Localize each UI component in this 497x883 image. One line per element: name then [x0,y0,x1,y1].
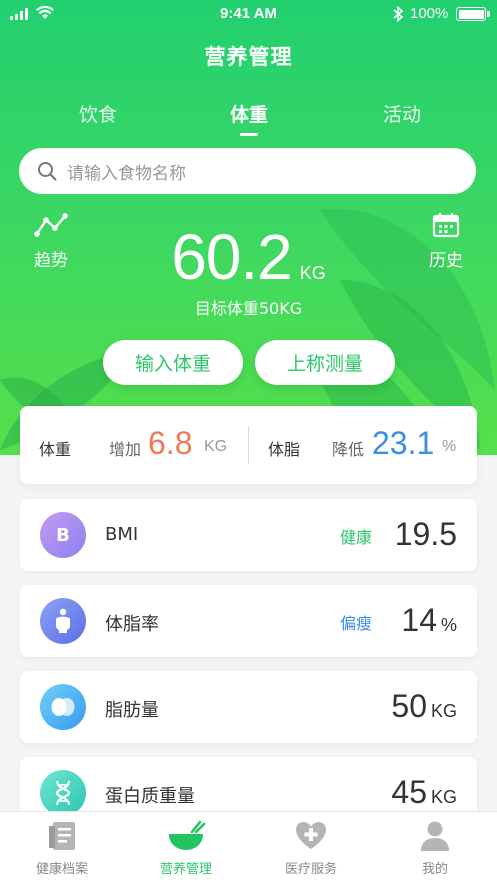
summary-weight-change-unit: KG [204,438,228,455]
bluetooth-icon [393,6,404,22]
tab-label: 活动 [382,104,421,126]
metric-value: 45 KG [391,774,457,811]
metric-value: 19.5 [395,516,457,553]
metric-status: 健康 [339,528,372,547]
metric-card-body-fat-rate[interactable]: 体脂率 偏瘦 14% [20,585,477,657]
summary-weight-label: 体重 [39,440,72,459]
summary-fat-change-unit: % [442,438,457,455]
battery-icon [456,7,490,21]
tab-diet[interactable]: 饮食 [48,100,148,127]
summary-weight-change-value: 6.8 [148,425,193,461]
target-weight: 目标体重50KG [194,299,303,318]
battery-percent: 100% [410,5,449,22]
metric-value-number: 45 [391,774,427,810]
tab-label: 饮食 [78,104,117,126]
medical-heart-icon [296,822,326,849]
top-tabs: 饮食 体重 活动 [0,100,497,136]
bowl-icon [169,820,206,850]
active-tab-indicator [240,133,258,136]
status-bar: 9:41 AM 100% [0,0,497,28]
metric-card-bmi[interactable]: B BMI 健康 19.5 [20,499,477,571]
tabbar-item-me[interactable]: 我的 [373,818,497,877]
bmi-icon: B [40,512,86,558]
metric-card-fat-mass[interactable]: 脂肪量 50 KG [20,671,477,743]
metric-value-unit: KG [430,701,457,721]
page-title: 营养管理 [204,45,293,69]
metric-value-unit: KG [430,787,457,807]
current-weight: 60.2 KG [0,220,497,294]
tabbar-item-nutrition[interactable]: 营养管理 [124,818,248,877]
metric-value-number: 14 [401,602,437,638]
weight-summary-card: 体重 增加 6.8 KG 体脂 降低 23.1 % [20,406,477,484]
weight-unit: KG [299,263,326,283]
user-icon [421,821,449,851]
fat-drop-icon [40,684,86,730]
metric-value-number: 50 [391,688,427,724]
tabbar-item-records[interactable]: 健康档案 [0,818,124,877]
search-input[interactable]: 请输入食物名称 [19,148,476,194]
records-icon [49,822,75,850]
dna-icon [40,770,86,816]
metric-status: 偏瘦 [339,614,372,633]
summary-fat-change-value: 23.1 [372,425,435,461]
search-placeholder: 请输入食物名称 [67,163,186,184]
summary-fat-label: 体脂 [268,440,301,459]
metric-name: BMI [105,524,139,545]
bottom-tab-bar: 健康档案 营养管理 医疗服务 我的 [0,811,497,883]
bmi-icon-letter: B [56,524,70,546]
input-weight-label: 输入体重 [134,353,211,375]
input-weight-button[interactable]: 输入体重 [103,340,243,385]
tab-label: 体重 [229,104,268,126]
tab-activity[interactable]: 活动 [352,100,452,127]
search-icon [38,162,57,181]
summary-divider [248,426,249,464]
weight-value: 60.2 [171,221,293,293]
tabbar-label: 健康档案 [35,862,88,877]
summary-fat-change-label: 降低 [332,440,365,459]
header-hero: 9:41 AM 100% 营养管理 饮食 体重 活动 请输入食物名称 趋势 历史… [0,0,497,455]
metric-value-unit: % [440,615,457,635]
tabbar-label: 营养管理 [159,862,212,877]
summary-weight-change-label: 增加 [109,440,142,459]
metric-name: 蛋白质重量 [105,786,195,807]
body-icon [40,598,86,644]
metric-name: 脂肪量 [105,700,159,721]
tab-weight[interactable]: 体重 [199,100,299,136]
metric-value-number: 19.5 [394,516,457,552]
metric-value: 50 KG [391,688,457,725]
metric-name: 体脂率 [105,614,159,635]
tabbar-label: 我的 [421,862,448,877]
metric-value: 14% [401,602,457,639]
scale-measure-label: 上称测量 [286,353,363,375]
tabbar-label: 医疗服务 [284,862,337,877]
scale-measure-button[interactable]: 上称测量 [255,340,395,385]
tabbar-item-medical[interactable]: 医疗服务 [249,818,373,877]
